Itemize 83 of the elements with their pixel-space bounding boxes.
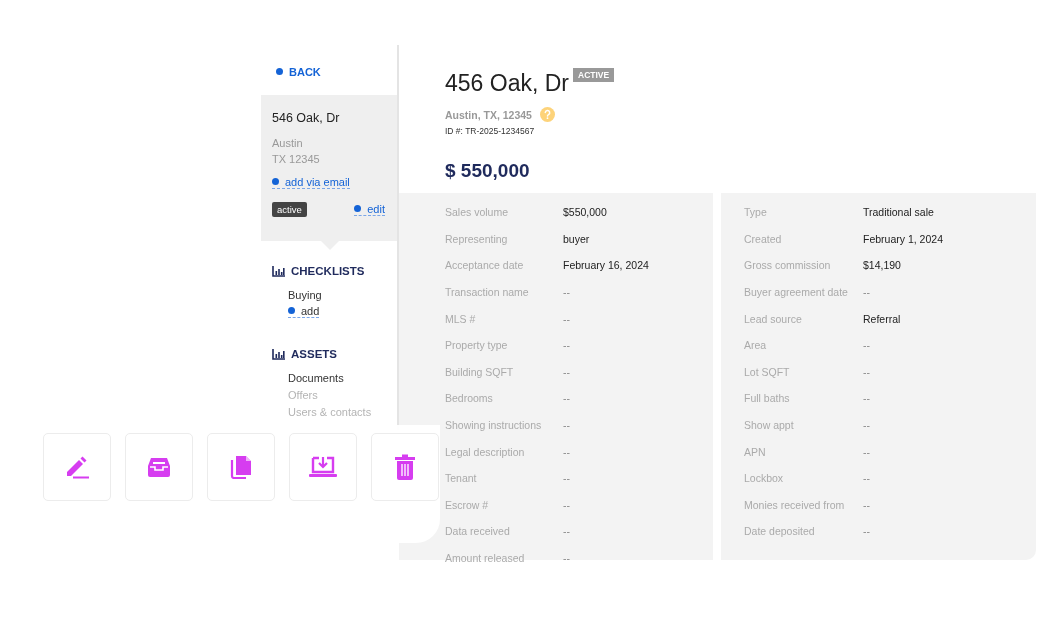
field-value: --	[563, 392, 570, 405]
field-label: Amount released	[445, 552, 526, 564]
field-label: Sales volume	[445, 206, 510, 219]
trash-icon	[394, 454, 416, 480]
field-value: --	[563, 419, 570, 432]
field-label: Property type	[445, 339, 509, 352]
bar-chart-icon	[272, 265, 285, 277]
field-label: Acceptance date	[445, 259, 525, 272]
field-label: MLS #	[445, 312, 477, 325]
field-label: Gross commission	[744, 259, 832, 272]
field-label: Transaction name	[445, 286, 530, 299]
field-label: Date deposited	[744, 525, 816, 538]
price: $ 550,000	[445, 160, 531, 182]
field-label: Show appt	[744, 419, 795, 432]
field-value: February 1, 2024	[863, 232, 943, 245]
field-value: --	[563, 286, 570, 299]
delete-button[interactable]	[371, 433, 439, 501]
card-state-zip: TX 12345	[272, 152, 321, 167]
field-value: $14,190	[863, 259, 901, 272]
copy-button[interactable]	[207, 433, 275, 501]
field-value: --	[563, 498, 570, 511]
field-label: APN	[744, 445, 767, 458]
status-badge: active	[272, 202, 307, 217]
copy-icon	[230, 455, 252, 479]
field-value: --	[863, 392, 870, 405]
field-label: Escrow #	[445, 498, 490, 511]
field-value: --	[863, 472, 870, 485]
field-label: Bedrooms	[445, 392, 494, 405]
field-value: --	[563, 525, 570, 538]
field-label: Legal description	[445, 445, 526, 458]
field-label: Monies received from	[744, 498, 846, 511]
section-heading: ASSETS	[291, 348, 337, 360]
field-value: --	[863, 445, 870, 458]
property-title: 456 Oak, Dr	[445, 70, 569, 97]
field-value: --	[863, 286, 870, 299]
field-value: --	[563, 445, 570, 458]
edit-button[interactable]	[43, 433, 111, 501]
laptop-download-icon	[308, 455, 338, 479]
edit-link[interactable]: edit	[354, 203, 385, 216]
field-label: Lockbox	[744, 472, 785, 485]
transaction-id: ID #: TR-2025-1234567	[445, 126, 536, 136]
field-label: Representing	[445, 232, 509, 245]
back-link[interactable]: BACK	[261, 45, 397, 95]
sidebar-item[interactable]: Documents	[288, 372, 344, 384]
status-badge: ACTIVE	[573, 68, 615, 82]
add-link[interactable]: add	[288, 305, 320, 318]
field-label: Data received	[445, 525, 511, 538]
field-value: --	[563, 312, 570, 325]
sidebar-item[interactable]: Buying	[288, 289, 322, 301]
tray-icon	[147, 457, 171, 477]
add-via-email-link[interactable]: add via email	[272, 176, 350, 189]
field-label: Buyer agreement date	[744, 286, 849, 299]
field-value: --	[863, 339, 870, 352]
field-label: Area	[744, 339, 768, 352]
field-label: Showing instructions	[445, 419, 543, 432]
field-value: --	[563, 365, 570, 378]
field-value: buyer	[563, 232, 590, 245]
field-value: --	[863, 498, 870, 511]
field-value: February 16, 2024	[563, 259, 649, 272]
section-heading: CHECKLISTS	[291, 265, 365, 277]
field-value: $550,000	[563, 206, 607, 219]
field-value: --	[563, 472, 570, 485]
field-label: Lot SQFT	[744, 365, 791, 378]
field-value: --	[563, 552, 570, 564]
field-value: --	[863, 525, 870, 538]
field-label: Tenant	[445, 472, 478, 485]
archive-button[interactable]	[125, 433, 193, 501]
field-value: Referral	[863, 312, 901, 325]
field-label: Created	[744, 232, 783, 245]
field-label: Building SQFT	[445, 365, 515, 378]
pencil-icon	[64, 455, 90, 479]
field-value: --	[863, 365, 870, 378]
field-label: Type	[744, 206, 768, 219]
field-label: Full baths	[744, 392, 791, 405]
card-title: 546 Oak, Dr	[272, 111, 341, 125]
bar-chart-icon	[272, 348, 285, 360]
field-value: --	[563, 339, 570, 352]
field-value: --	[863, 419, 870, 432]
download-button[interactable]	[289, 433, 357, 501]
card-city: Austin	[272, 136, 304, 151]
property-location: Austin, TX, 12345	[445, 108, 532, 121]
field-value: Traditional sale	[863, 206, 934, 219]
field-label: Lead source	[744, 312, 803, 325]
